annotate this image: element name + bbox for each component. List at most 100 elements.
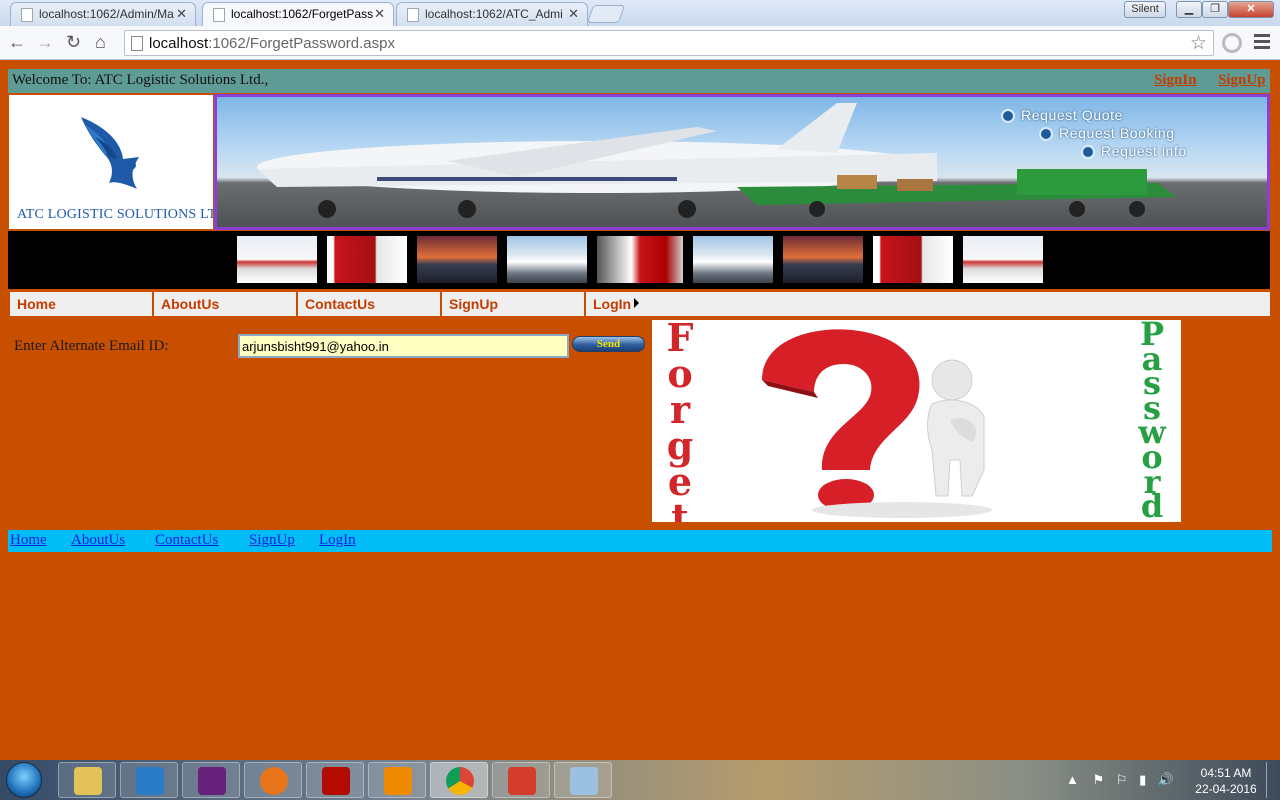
address-bar-url[interactable]: localhost:1062/ForgetPassword.aspx: [149, 35, 395, 52]
signup-link[interactable]: SignUp: [1218, 72, 1266, 89]
browser-tab-bar: localhost:1062/Admin/Ma ✕ localhost:1062…: [0, 0, 1280, 27]
taskbar-explorer-button[interactable]: [58, 762, 116, 798]
thumbnail-image[interactable]: [417, 236, 497, 283]
signin-link[interactable]: SignIn: [1154, 72, 1197, 89]
minimize-window-button[interactable]: ▁: [1176, 1, 1202, 18]
signal-icon[interactable]: ▮: [1139, 772, 1146, 787]
email-label: Enter Alternate Email ID:: [14, 338, 169, 354]
thumbnail-image[interactable]: [693, 236, 773, 283]
browser-tab-title: localhost:1062/ATC_Admi: [425, 7, 563, 21]
footer-link-signup[interactable]: SignUp: [249, 532, 295, 549]
taskbar-vlc-button[interactable]: [368, 762, 426, 798]
thumbnail-image[interactable]: [237, 236, 317, 283]
header: ATC LOGISTIC SOLUTIONS LTD., Request Quo…: [8, 94, 1270, 230]
show-desktop-button[interactable]: [1266, 762, 1278, 798]
footer-link-aboutus[interactable]: AboutUs: [71, 532, 125, 549]
thumbnail-image[interactable]: [597, 236, 683, 283]
media-player-icon: [136, 767, 164, 795]
taskbar-media-player-button[interactable]: [120, 762, 178, 798]
welcome-text: Welcome To: ATC Logistic Solutions Ltd.,: [12, 72, 269, 88]
chrome-icon: [446, 767, 474, 795]
thumbnail-image[interactable]: [873, 236, 953, 283]
show-hidden-icons-icon[interactable]: ▲: [1066, 772, 1079, 787]
bookmark-star-icon[interactable]: ☆: [1190, 32, 1207, 55]
thumbnail-image[interactable]: [963, 236, 1043, 283]
request-booking-link[interactable]: Request Booking: [1039, 125, 1175, 142]
browser-tab-title: localhost:1062/Admin/Ma: [39, 7, 174, 21]
request-info-link[interactable]: Request info: [1081, 143, 1187, 160]
vlc-icon: [384, 767, 412, 795]
menu-item-home[interactable]: Home: [8, 292, 152, 316]
company-logo: ATC LOGISTIC SOLUTIONS LTD.,: [9, 95, 234, 229]
reload-icon[interactable]: ↻: [66, 32, 81, 53]
taskbar-ccleaner-button[interactable]: [492, 762, 550, 798]
browser-menu-icon[interactable]: [1254, 34, 1270, 52]
taskbar-acrobat-button[interactable]: [306, 762, 364, 798]
forget-password-image: F o r g e t P a s s w o r d: [652, 320, 1181, 522]
acrobat-icon: [322, 767, 350, 795]
browser-toolbar: ← → ↻ ⌂ localhost:1062/ForgetPassword.as…: [0, 26, 1280, 60]
firefox-icon: [260, 767, 288, 795]
thumbnail-image[interactable]: [783, 236, 863, 283]
close-tab-icon[interactable]: ✕: [374, 6, 385, 22]
forward-arrow-icon[interactable]: →: [36, 32, 54, 53]
maximize-window-button[interactable]: ❐: [1202, 1, 1228, 18]
visual-studio-icon: [198, 767, 226, 795]
new-tab-button[interactable]: [586, 5, 626, 23]
main-menu: Home AboutUs ContactUs SignUp LogIn: [8, 292, 1270, 316]
address-bar[interactable]: localhost:1062/ForgetPassword.aspx ☆: [124, 30, 1214, 56]
browser-tab-atc-admin[interactable]: localhost:1062/ATC_Admi ✕: [396, 2, 588, 26]
menu-item-signup[interactable]: SignUp: [440, 292, 584, 316]
menu-item-contactus[interactable]: ContactUs: [296, 292, 440, 316]
browser-tab-title: localhost:1062/ForgetPass: [231, 7, 374, 21]
menu-item-login[interactable]: LogIn: [584, 292, 1270, 316]
eagle-logo-icon: [81, 117, 139, 189]
truck-icon: [1039, 127, 1053, 142]
thumbnail-image[interactable]: [507, 236, 587, 283]
footer-links-bar: Home AboutUs ContactUs SignUp LogIn: [8, 530, 1272, 552]
browser-tab-forgetpassword[interactable]: localhost:1062/ForgetPass ✕: [202, 2, 394, 27]
taskbar-clock[interactable]: 04:51 AM 22-04-2016: [1190, 765, 1262, 797]
taskbar-firefox-button[interactable]: [244, 762, 302, 798]
taskbar-visual-studio-button[interactable]: [182, 762, 240, 798]
page-icon: [131, 36, 143, 51]
thumbnail-strip: [8, 231, 1270, 289]
submenu-arrow-icon: [634, 298, 640, 308]
forget-vertical-text: F o r g e t: [666, 320, 694, 522]
home-icon[interactable]: ⌂: [95, 32, 106, 53]
action-center-icon[interactable]: ⚐: [1116, 772, 1128, 787]
footer-link-contactus[interactable]: ContactUs: [155, 532, 218, 549]
send-button[interactable]: Send: [572, 336, 645, 352]
folder-icon: [74, 767, 102, 795]
footer-link-home[interactable]: Home: [10, 532, 47, 549]
browser-tab-admin[interactable]: localhost:1062/Admin/Ma ✕: [10, 2, 196, 26]
page-favicon-icon: [213, 8, 225, 22]
thumbnail-image[interactable]: [327, 236, 407, 283]
close-window-button[interactable]: ✕: [1228, 1, 1274, 18]
alternate-email-input[interactable]: [238, 334, 569, 358]
footer-link-login[interactable]: LogIn: [319, 532, 356, 549]
clock-time: 04:51 AM: [1200, 766, 1252, 780]
extension-icon[interactable]: [1222, 33, 1242, 53]
network-icon[interactable]: ⚑: [1093, 772, 1105, 787]
start-button[interactable]: [6, 762, 42, 798]
system-tray: ▲ ⚑ ⚐ ▮ 🔊: [1066, 772, 1174, 788]
welcome-bar: Welcome To: ATC Logistic Solutions Ltd.,…: [8, 69, 1270, 93]
taskbar-paint-button[interactable]: [554, 762, 612, 798]
page-favicon-icon: [407, 8, 419, 22]
paint-icon: [570, 767, 598, 795]
menu-item-aboutus[interactable]: AboutUs: [152, 292, 296, 316]
volume-icon[interactable]: 🔊: [1158, 772, 1174, 787]
info-icon: [1081, 145, 1095, 160]
taskbar-chrome-button[interactable]: [430, 762, 488, 798]
request-quote-link[interactable]: Request Quote: [1001, 107, 1123, 124]
close-tab-icon[interactable]: ✕: [568, 6, 579, 22]
logo-text: ATC LOGISTIC SOLUTIONS LTD.,: [17, 207, 235, 222]
dollar-icon: [1001, 109, 1015, 124]
close-tab-icon[interactable]: ✕: [176, 6, 187, 22]
password-vertical-text: P a s s w o r d: [1138, 320, 1166, 522]
back-arrow-icon[interactable]: ←: [8, 32, 26, 53]
clock-date: 22-04-2016: [1195, 782, 1257, 796]
question-mark-figure-icon: [762, 329, 992, 518]
profile-button[interactable]: Silent: [1124, 1, 1166, 18]
